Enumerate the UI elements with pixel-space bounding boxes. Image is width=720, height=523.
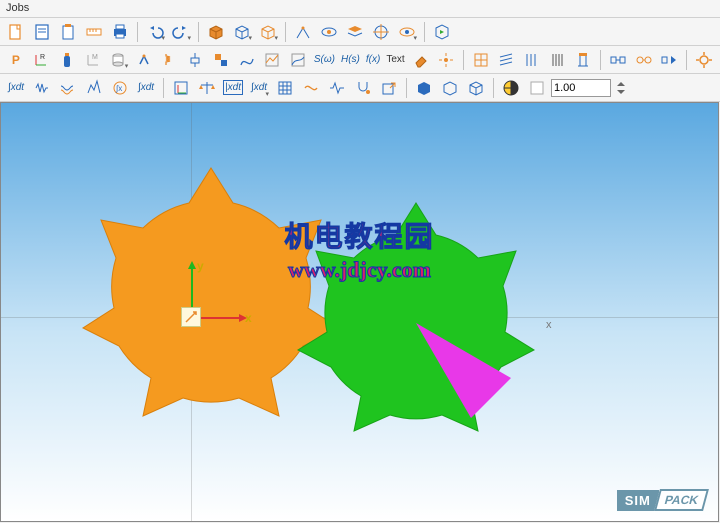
svg-text:∫x: ∫x [115,84,122,93]
cube-wire2-button[interactable]: ▾ [256,20,280,44]
mesh-icon[interactable] [273,76,297,100]
watermark-url: www.jdjcy.com [284,257,434,283]
freq-icon[interactable] [82,76,106,100]
curve2-icon[interactable] [299,76,323,100]
draft-icon[interactable] [291,20,315,44]
r-frame-button[interactable]: R [30,48,54,72]
ruler-button[interactable] [82,20,106,44]
box-wire-icon[interactable] [438,76,462,100]
spring-icon[interactable] [158,48,182,72]
new-doc-button[interactable] [4,20,28,44]
bottle-icon[interactable] [55,48,79,72]
hatch-icon[interactable] [495,48,519,72]
separator [198,22,199,42]
layers-button[interactable] [343,20,367,44]
contact-icon[interactable] [209,48,233,72]
plot2-icon[interactable] [286,48,310,72]
hatch3-icon[interactable] [546,48,570,72]
toolbar-row-3: ∫xdt ∫x ∫xdt |xdt ∫xdt▾ [0,74,720,102]
sw-label[interactable]: S(ω) [312,54,337,65]
integral-box-icon[interactable]: |xdt [221,76,245,100]
menu-bar: Jobs [0,0,720,18]
cube-wire-button[interactable]: ▾ [230,20,254,44]
integral4-button[interactable]: ∫xdt▾ [247,76,271,100]
eraser-icon[interactable] [409,48,433,72]
hs-label[interactable]: H(s) [339,54,362,65]
viewport-3d[interactable]: x y x 机电教程园 www.jdjcy.com SIM PACK [0,102,719,522]
logo-sim: SIM [617,490,659,511]
watermark-cn: 机电教程园 [284,215,434,255]
eye-button[interactable] [317,20,341,44]
undo-button[interactable]: ▾ [143,20,167,44]
fx-label[interactable]: f(x) [364,54,382,65]
separator [493,78,494,98]
blank-button[interactable] [525,76,549,100]
integral2-button[interactable]: ∫x [108,76,132,100]
cube-play-button[interactable] [430,20,454,44]
spinner-icon[interactable] [613,76,629,100]
spring2-icon[interactable] [30,76,54,100]
integral3-button[interactable]: ∫xdt [134,76,158,100]
logo-pack: PACK [654,489,709,511]
plot-icon[interactable] [261,48,285,72]
eye2-button[interactable]: ▾ [395,20,419,44]
damper-icon[interactable] [184,48,208,72]
watermark: 机电教程园 www.jdjcy.com [284,215,434,283]
explode-icon[interactable] [434,48,458,72]
steth-icon[interactable] [351,76,375,100]
redo-button[interactable]: ▾ [169,20,193,44]
p-button[interactable]: P [4,48,28,72]
printer-button[interactable] [108,20,132,44]
box-solid-icon[interactable] [412,76,436,100]
m-frame-button[interactable]: M [81,48,105,72]
balance-icon[interactable] [195,76,219,100]
separator [424,22,425,42]
separator [285,22,286,42]
gear-settings-icon[interactable] [692,48,716,72]
separator [600,50,601,70]
x-axis-label: x [245,311,252,325]
menu-jobs[interactable]: Jobs [6,2,29,14]
link3-icon[interactable] [658,48,682,72]
waves-icon[interactable] [56,76,80,100]
svg-text:R: R [40,54,45,61]
origin-marker-icon [181,307,201,327]
y-axis-label: y [197,259,204,273]
curve-icon[interactable] [235,48,259,72]
axis-marker-x: x [546,319,552,331]
simpack-logo: SIM PACK [617,489,706,511]
rail-icon[interactable] [572,48,596,72]
toolbar-row-2: P R M ▾ S(ω) H(s) f(x) Text [0,46,720,74]
separator [686,50,687,70]
crosshair-button[interactable] [369,20,393,44]
svg-text:M: M [92,54,98,61]
joint-icon[interactable] [132,48,156,72]
text-label[interactable]: Text [384,54,406,65]
cube-button[interactable] [204,20,228,44]
export-icon[interactable] [377,76,401,100]
pulse-icon[interactable] [325,76,349,100]
clipboard-button[interactable] [56,20,80,44]
box-wire2-icon[interactable] [464,76,488,100]
toolbar-row-1: ▾ ▾ ▾ ▾ ▾ [0,18,720,46]
link2-icon[interactable] [632,48,656,72]
frame-a-icon[interactable] [169,76,193,100]
hatch2-icon[interactable] [520,48,544,72]
marker-icon[interactable] [499,76,523,100]
separator [406,78,407,98]
scale-input[interactable] [551,79,611,97]
separator [163,78,164,98]
page-button[interactable] [30,20,54,44]
cylinder-button[interactable]: ▾ [107,48,131,72]
link1-icon[interactable] [606,48,630,72]
separator [463,50,464,70]
separator [137,22,138,42]
integral1-button[interactable]: ∫xdt [4,76,28,100]
grid-icon[interactable] [469,48,493,72]
